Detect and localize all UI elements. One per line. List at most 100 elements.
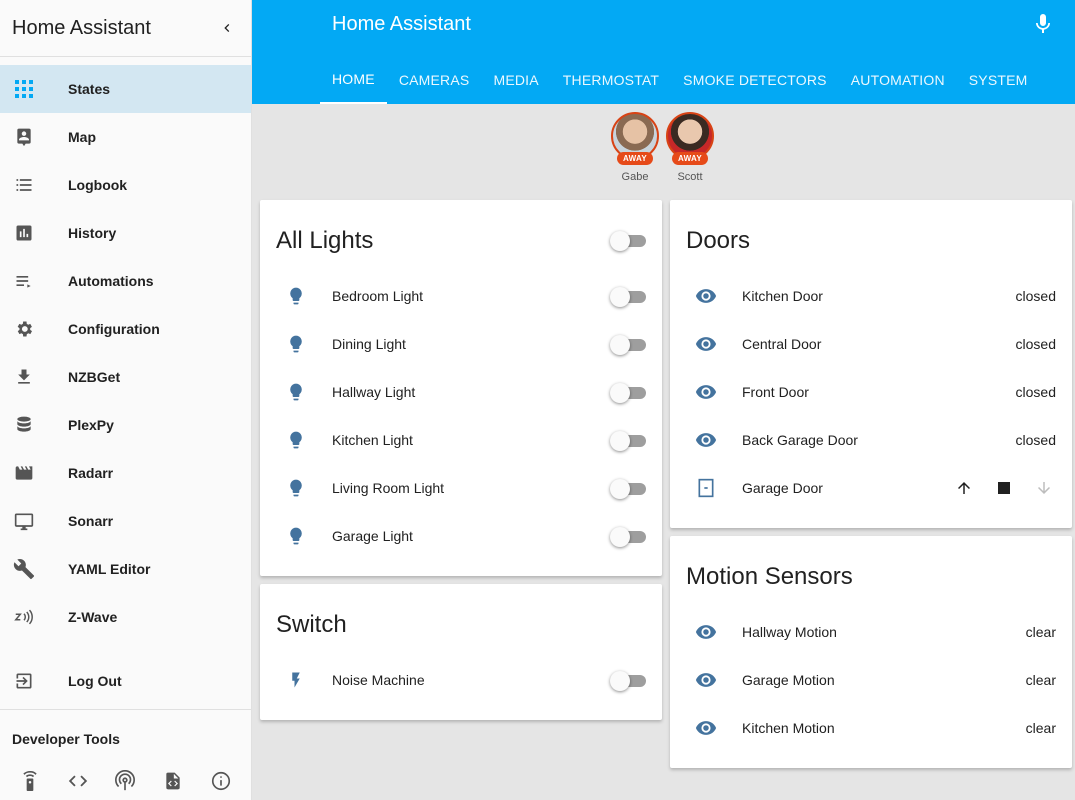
switch-toggle[interactable]: [610, 670, 646, 691]
sidebar-item-plexpy[interactable]: PlexPy: [0, 401, 251, 449]
sidebar-item-label: NZBGet: [68, 369, 121, 385]
tab-automation[interactable]: AUTOMATION: [839, 56, 957, 104]
sidebar-item-sonarr[interactable]: Sonarr: [0, 497, 251, 545]
remote-icon[interactable]: [18, 768, 42, 794]
sidebar-item-radarr[interactable]: Radarr: [0, 449, 251, 497]
sidebar-item-log-out[interactable]: Log Out: [0, 657, 251, 705]
person-badge-scott[interactable]: AWAY Scott: [665, 112, 715, 183]
sidebar-item-nzbget[interactable]: NZBGet: [0, 353, 251, 401]
playlist-play-icon: [12, 269, 36, 293]
entity-name[interactable]: Kitchen Light: [332, 432, 610, 448]
person-name: Scott: [677, 171, 703, 183]
entity-name[interactable]: Dining Light: [332, 336, 610, 352]
eye-icon[interactable]: [686, 420, 726, 460]
sidebar-item-yaml-editor[interactable]: YAML Editor: [0, 545, 251, 593]
lightbulb-icon[interactable]: [276, 372, 316, 412]
eye-icon[interactable]: [686, 660, 726, 700]
person-badges: AWAY Gabe AWAY Scott: [610, 112, 715, 183]
sidebar-item-map[interactable]: Map: [0, 113, 251, 161]
sidebar-item-label: States: [68, 81, 111, 97]
sidebar-item-automations[interactable]: Automations: [0, 257, 251, 305]
code-icon[interactable]: [66, 768, 90, 794]
file-code-icon[interactable]: [161, 768, 185, 794]
sidebar: Home Assistant States Map Logbook Histor…: [0, 0, 252, 800]
sidebar-item-label: Sonarr: [68, 513, 114, 529]
tab-home[interactable]: HOME: [320, 56, 387, 104]
lightbulb-icon[interactable]: [276, 420, 316, 460]
entity-name[interactable]: Front Door: [742, 384, 1016, 400]
developer-tools-bar: [0, 768, 251, 794]
tab-thermostat[interactable]: THERMOSTAT: [551, 56, 671, 104]
sidebar-item-label: Log Out: [68, 673, 122, 689]
light-toggle[interactable]: [610, 478, 646, 499]
light-toggle[interactable]: [610, 286, 646, 307]
entity-name[interactable]: Central Door: [742, 336, 1016, 352]
light-toggle[interactable]: [610, 526, 646, 547]
list-icon: [12, 173, 36, 197]
entity-state: clear: [1025, 672, 1056, 688]
arrow-up-icon[interactable]: [952, 476, 976, 500]
card-title: Motion Sensors: [686, 563, 853, 590]
entity-name[interactable]: Kitchen Door: [742, 288, 1016, 304]
tab-smoke-detectors[interactable]: SMOKE DETECTORS: [671, 56, 839, 104]
flash-icon[interactable]: [276, 660, 316, 700]
chevron-left-icon[interactable]: [215, 16, 239, 40]
list-item: Garage Light: [276, 516, 646, 556]
light-toggle[interactable]: [610, 430, 646, 451]
entity-name[interactable]: Hallway Light: [332, 384, 610, 400]
sidebar-item-label: Logbook: [68, 177, 128, 193]
sidebar-item-label: History: [68, 225, 117, 241]
sidebar-item-logbook[interactable]: Logbook: [0, 161, 251, 209]
stop-icon[interactable]: [992, 476, 1016, 500]
microphone-icon[interactable]: [1031, 12, 1055, 36]
card-title: All Lights: [276, 227, 374, 254]
light-toggle[interactable]: [610, 382, 646, 403]
lightbulb-icon[interactable]: [276, 516, 316, 556]
entity-name[interactable]: Garage Light: [332, 528, 610, 544]
tab-cameras[interactable]: CAMERAS: [387, 56, 482, 104]
info-icon[interactable]: [209, 768, 233, 794]
lightbulb-icon[interactable]: [276, 468, 316, 508]
entity-name[interactable]: Bedroom Light: [332, 288, 610, 304]
cover-controls: [952, 476, 1056, 500]
list-item: Kitchen Door closed: [686, 276, 1056, 316]
sidebar-item-label: Map: [68, 129, 96, 145]
entity-name[interactable]: Noise Machine: [332, 672, 610, 688]
entity-name[interactable]: Garage Door: [742, 480, 952, 496]
eye-icon[interactable]: [686, 276, 726, 316]
list-item: Garage Door: [686, 468, 1056, 508]
view-tabs: HOME CAMERAS MEDIA THERMOSTAT SMOKE DETE…: [320, 56, 1040, 104]
tab-system[interactable]: SYSTEM: [957, 56, 1040, 104]
entity-name[interactable]: Kitchen Motion: [742, 720, 1026, 736]
sidebar-title: Home Assistant: [12, 16, 151, 39]
lightbulb-icon[interactable]: [276, 324, 316, 364]
lightbulb-icon[interactable]: [276, 276, 316, 316]
download-icon: [12, 365, 36, 389]
eye-icon[interactable]: [686, 372, 726, 412]
radio-tower-icon[interactable]: [113, 768, 137, 794]
sidebar-item-label: PlexPy: [68, 417, 114, 433]
person-name: Gabe: [621, 171, 649, 183]
entity-name[interactable]: Living Room Light: [332, 480, 610, 496]
light-toggle[interactable]: [610, 334, 646, 355]
tab-media[interactable]: MEDIA: [481, 56, 550, 104]
movie-clapper-icon: [12, 461, 36, 485]
arrow-down-icon[interactable]: [1032, 476, 1056, 500]
person-badge-gabe[interactable]: AWAY Gabe: [610, 112, 660, 183]
entity-name[interactable]: Back Garage Door: [742, 432, 1016, 448]
entity-name[interactable]: Garage Motion: [742, 672, 1026, 688]
sidebar-item-label: Z-Wave: [68, 609, 118, 625]
sidebar-item-history[interactable]: History: [0, 209, 251, 257]
list-item: Back Garage Door closed: [686, 420, 1056, 460]
eye-icon[interactable]: [686, 612, 726, 652]
sidebar-item-configuration[interactable]: Configuration: [0, 305, 251, 353]
card-title: Switch: [276, 611, 347, 638]
card-motion-sensors: Motion Sensors Hallway Motion clear Gara…: [670, 536, 1072, 768]
window-closed-icon[interactable]: [686, 468, 726, 508]
entity-name[interactable]: Hallway Motion: [742, 624, 1026, 640]
group-toggle[interactable]: [610, 230, 646, 251]
eye-icon[interactable]: [686, 708, 726, 748]
eye-icon[interactable]: [686, 324, 726, 364]
sidebar-item-z-wave[interactable]: Z-Wave: [0, 593, 251, 641]
sidebar-item-states[interactable]: States: [0, 65, 251, 113]
